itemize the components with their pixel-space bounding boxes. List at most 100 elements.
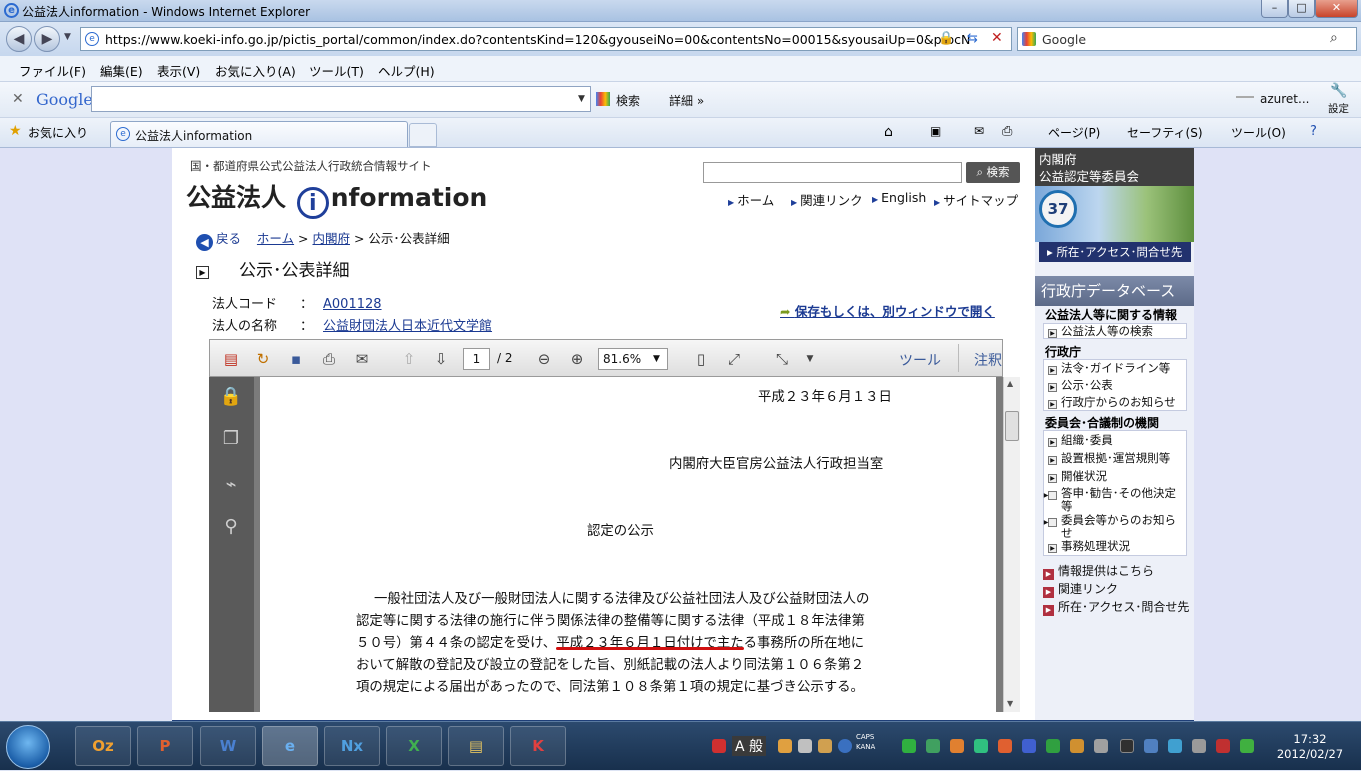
taskbar-nx[interactable]: Nx — [324, 726, 380, 766]
chevron-down-icon[interactable]: ▼ — [578, 94, 585, 104]
safety-menu[interactable]: セーフティ(S) — [1127, 124, 1203, 141]
stop-icon[interactable]: ✕ — [991, 30, 1003, 46]
menu-tools[interactable]: ツール(T) — [309, 61, 364, 80]
corp-code-link[interactable]: A001128 — [323, 297, 382, 312]
tab-current-page[interactable]: e 公益法人information — [110, 121, 408, 147]
address-url[interactable]: https://www.koeki-info.go.jp/pictis_port… — [105, 32, 970, 47]
sidebar-item-announcements[interactable]: ▶ 行政庁からのお知らせ — [1048, 396, 1176, 409]
prev-page-icon[interactable]: ⇧ — [397, 348, 421, 370]
new-tab-button[interactable] — [409, 123, 437, 147]
tray-icon[interactable] — [1144, 739, 1158, 753]
menu-help[interactable]: ヘルプ(H) — [378, 61, 435, 80]
address-bar[interactable]: e https://www.koeki-info.go.jp/pictis_po… — [80, 27, 1012, 51]
tray-icon[interactable] — [1120, 739, 1134, 753]
link-related[interactable]: ▶ 関連リンク — [1043, 580, 1118, 598]
tray-icon[interactable] — [712, 739, 726, 753]
taskbar-explorer[interactable]: ▤ — [448, 726, 504, 766]
sidebar-item-organization[interactable]: ▶ 組織･委員 — [1048, 434, 1113, 447]
mail-icon[interactable]: ✉ — [974, 124, 984, 138]
breadcrumb-office[interactable]: 内閣府 — [312, 231, 350, 246]
nav-sitemap[interactable]: ▶ サイトマップ — [934, 190, 1018, 209]
page-menu[interactable]: ページ(P) — [1048, 124, 1100, 141]
tools-button[interactable]: ツール — [899, 350, 941, 370]
tray-icon[interactable] — [1192, 739, 1206, 753]
zoom-out-icon[interactable]: ⊖ — [532, 348, 556, 370]
next-page-icon[interactable]: ⇩ — [429, 348, 453, 370]
tray-icon[interactable] — [1046, 739, 1060, 753]
site-logo[interactable]: 公益法人 i nformation — [186, 178, 487, 219]
lock-icon[interactable]: 🔒 — [219, 385, 243, 409]
comment-button[interactable]: 注釈 — [974, 350, 1002, 370]
breadcrumb-home[interactable]: ホーム — [257, 231, 294, 246]
link-info-provide[interactable]: ▶ 情報提供はこちら — [1043, 562, 1154, 580]
browser-search-box[interactable]: Google ⌕ — [1017, 27, 1357, 51]
tray-icon[interactable] — [974, 739, 988, 753]
open-new-window-link[interactable]: ➦ 保存もしくは、別ウィンドウで開く — [780, 301, 995, 320]
save-icon[interactable]: ▪ — [284, 348, 308, 370]
page-number-input[interactable]: 1 — [463, 348, 490, 370]
tray-icon[interactable] — [818, 739, 832, 753]
pdf-scrollbar[interactable]: ▲ ▼ — [1003, 377, 1020, 712]
sidebar-item-regulations[interactable]: ▶ 設置根拠･運営規則等 — [1048, 452, 1170, 465]
back-link[interactable]: 戻る — [216, 231, 241, 246]
email-icon[interactable]: ✉ — [350, 348, 374, 370]
refresh-icon[interactable]: ⇆ — [967, 31, 978, 46]
tray-icon[interactable] — [950, 739, 964, 753]
maximize-button[interactable]: □ — [1288, 0, 1315, 18]
wrench-icon[interactable]: 🔧 — [1330, 83, 1347, 99]
close-toolbar-icon[interactable]: ✕ — [12, 91, 24, 107]
corp-name-link[interactable]: 公益財団法人日本近代文学館 — [323, 319, 492, 334]
tray-icon[interactable] — [1022, 739, 1036, 753]
scroll-down-icon[interactable]: ▼ — [1007, 699, 1013, 708]
star-icon[interactable]: ★ — [9, 123, 22, 139]
menu-edit[interactable]: 編集(E) — [100, 61, 143, 80]
print-icon[interactable]: ⎙ — [1002, 124, 1012, 139]
access-button[interactable]: ▸ 所在･アクセス･問合せ先 — [1039, 242, 1191, 262]
taskbar-word[interactable]: W — [200, 726, 256, 766]
sidebar-item-laws[interactable]: ▶ 法令･ガイドライン等 — [1048, 362, 1170, 375]
sidebar-item-reports[interactable]: ▶ 答申･勧告･その他決定等 — [1044, 487, 1186, 513]
clock[interactable]: 17:32 2012/02/27 — [1268, 732, 1352, 762]
favorites-button[interactable]: お気に入り — [28, 124, 88, 141]
sidebar-item-meetings[interactable]: ▶ 開催状況 — [1048, 470, 1107, 483]
sidebar-item-processing[interactable]: ▶ 事務処理状況 — [1048, 540, 1130, 553]
attachment-icon[interactable]: ⌁ — [219, 473, 243, 497]
history-dropdown-icon[interactable]: ▼ — [64, 32, 71, 42]
tray-icon[interactable] — [1168, 739, 1182, 753]
fit-width-icon[interactable]: ⤢ — [722, 348, 746, 370]
settings-label[interactable]: 設定 — [1328, 101, 1349, 116]
help-icon[interactable] — [838, 739, 852, 753]
site-search-input[interactable] — [703, 162, 962, 183]
forward-arrow-icon[interactable]: ▶ — [34, 26, 60, 52]
menu-view[interactable]: 表示(V) — [157, 61, 200, 80]
pages-icon[interactable]: ❐ — [219, 427, 243, 451]
create-pdf-icon[interactable]: ▤ — [219, 348, 243, 370]
minimize-button[interactable]: – — [1261, 0, 1288, 18]
scroll-thumb[interactable] — [1005, 411, 1019, 441]
link-access[interactable]: ▶ 所在･アクセス･問合せ先 — [1043, 598, 1189, 616]
tray-icon[interactable] — [926, 739, 940, 753]
zoom-select[interactable]: 81.6% ▼ — [598, 348, 668, 370]
start-button[interactable] — [6, 725, 50, 769]
sidebar-item-search[interactable]: ▶ 公益法人等の検索 — [1048, 325, 1153, 338]
tray-icon[interactable] — [902, 739, 916, 753]
sidebar-item-notices[interactable]: ▶ 公示･公表 — [1048, 379, 1113, 392]
google-more-button[interactable]: 詳細 » — [669, 92, 704, 109]
tray-icon[interactable] — [1216, 739, 1230, 753]
taskbar-powerpoint[interactable]: P — [137, 726, 193, 766]
nav-english[interactable]: ▶ English — [872, 190, 926, 205]
google-search-button[interactable]: 検索 — [616, 92, 640, 109]
nav-home[interactable]: ▶ ホーム — [728, 190, 774, 209]
google-search-input[interactable]: ▼ — [91, 86, 591, 112]
back-arrow-icon[interactable]: ◀ — [6, 26, 32, 52]
menu-favorites[interactable]: お気に入り(A) — [215, 61, 296, 80]
tray-icon[interactable] — [778, 739, 792, 753]
share-icon[interactable]: ↻ — [251, 348, 275, 370]
scroll-up-icon[interactable]: ▲ — [1007, 379, 1013, 388]
fit-page-icon[interactable]: ▯ — [689, 348, 713, 370]
zoom-in-icon[interactable]: ⊕ — [565, 348, 589, 370]
search-icon[interactable]: ⌕ — [1330, 30, 1338, 46]
back-arrow-icon[interactable]: ◀ — [196, 234, 213, 251]
more-options-icon[interactable]: ▼ — [798, 348, 822, 370]
taskbar-excel[interactable]: X — [386, 726, 442, 766]
